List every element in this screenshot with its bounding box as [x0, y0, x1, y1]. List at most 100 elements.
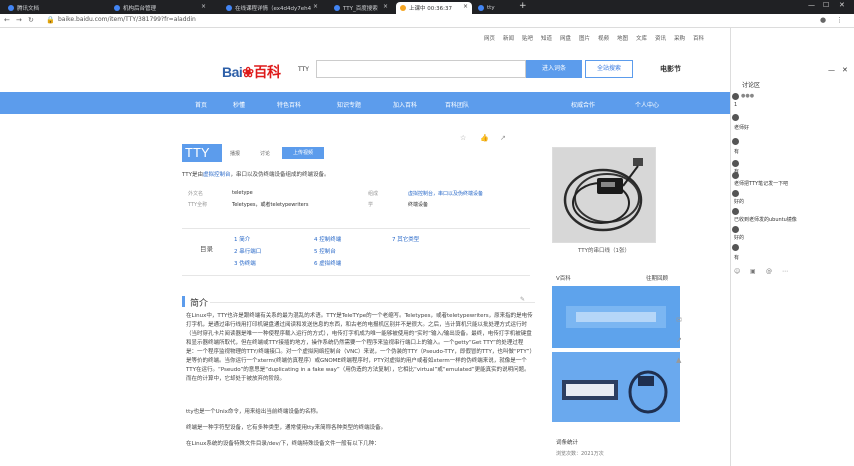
topnav-link[interactable]: 知道: [541, 34, 552, 42]
upload-video-button[interactable]: 上传视频: [282, 147, 324, 159]
browser-tab[interactable]: TTY_百度搜索 ×: [330, 2, 392, 14]
tab-favicon-icon: [114, 5, 120, 11]
avatar: [732, 190, 739, 197]
topnav-link[interactable]: 百科: [693, 34, 704, 42]
paw-icon: ❀: [242, 64, 254, 80]
main-nav: 首页 秒懂 特色百科 知识专题 加入百科 百科团队 权威合作 个人中心: [167, 92, 730, 114]
image-icon[interactable]: ▣: [750, 268, 756, 275]
reload-icon[interactable]: ↻: [28, 16, 34, 24]
nav-band-left: [0, 92, 167, 114]
search-input[interactable]: [316, 60, 526, 78]
info-label: 外文名: [188, 191, 204, 197]
lead-summary: TTY是由虚拟控制台，串口以及伪终端设备组成的终端设备。: [182, 172, 330, 178]
side-tab[interactable]: V百科: [556, 274, 571, 282]
minimize-icon[interactable]: —: [808, 1, 815, 9]
more-icon[interactable]: ⋯: [782, 268, 788, 275]
menu-icon[interactable]: ⋮: [836, 16, 843, 24]
info-value: 终端设备: [408, 202, 429, 208]
browser-tab[interactable]: 机构后台管理 ×: [110, 2, 210, 14]
side-tab[interactable]: 往期回顾: [646, 274, 668, 282]
nav-item[interactable]: 知识专题: [337, 100, 361, 109]
info-label: 学: [368, 202, 374, 208]
emoji-icon[interactable]: ☺: [734, 268, 740, 275]
topnav-link[interactable]: 新闻: [503, 34, 514, 42]
forward-icon[interactable]: →: [16, 16, 22, 24]
topnav-link[interactable]: 资讯: [655, 34, 666, 42]
toc-item[interactable]: 6 虚拟终端: [314, 259, 341, 267]
chat-close-icon[interactable]: ✕: [842, 66, 848, 74]
toc-label: 目录: [200, 245, 213, 253]
video-thumbnail[interactable]: [552, 286, 680, 348]
topnav-link[interactable]: 文库: [636, 34, 647, 42]
video-banner-graphic: [562, 370, 668, 414]
baidu-baike-logo[interactable]: Bai❀百科: [222, 62, 281, 82]
entry-photo[interactable]: [552, 147, 656, 243]
nav-item[interactable]: 百科团队: [445, 100, 469, 109]
edit-icon[interactable]: ✎: [520, 296, 525, 303]
topnav-link[interactable]: 贴吧: [522, 34, 533, 42]
browser-tab-active[interactable]: 上课中 00:36:37 ×: [396, 2, 472, 14]
url-field[interactable]: baike.baidu.com/item/TTY/381799?fr=aladd…: [58, 16, 196, 23]
product-name: TTY: [298, 66, 309, 73]
browser-tab[interactable]: 腾讯文档: [4, 2, 56, 14]
film-festival-banner[interactable]: 电影节: [660, 64, 681, 74]
nav-item[interactable]: 特色百科: [277, 100, 301, 109]
avatar: [732, 208, 739, 215]
toc-item[interactable]: 1 简介: [234, 235, 250, 243]
chat-input[interactable]: [731, 280, 853, 466]
tab-favicon-icon: [8, 5, 14, 11]
chat-minimize-icon[interactable]: —: [828, 66, 835, 74]
discuss-tag[interactable]: 讨论: [260, 150, 270, 157]
at-icon[interactable]: @: [766, 268, 772, 275]
top-icon[interactable]: ▲: [676, 356, 681, 364]
paragraph: tty也是一个Unix命令，用来给出当前终端设备的名称。: [186, 409, 322, 415]
topnav-link[interactable]: 网页: [484, 34, 495, 42]
nav-item[interactable]: 加入百科: [393, 100, 417, 109]
topnav-link[interactable]: 图片: [579, 34, 590, 42]
nav-item[interactable]: 秒懂: [233, 100, 245, 109]
video-thumbnail[interactable]: [552, 352, 680, 422]
close-icon[interactable]: ×: [313, 3, 318, 10]
profile-icon[interactable]: ●: [820, 16, 826, 24]
like-icon[interactable]: 👍: [480, 134, 489, 142]
maximize-icon[interactable]: ☐: [823, 1, 829, 9]
topnav-link[interactable]: 地图: [617, 34, 628, 42]
topnav-link[interactable]: 视频: [598, 34, 609, 42]
lead-link[interactable]: 虚拟控制台: [203, 172, 231, 178]
topnav-link[interactable]: 采购: [674, 34, 685, 42]
close-icon[interactable]: ×: [463, 3, 468, 10]
close-icon[interactable]: ×: [201, 3, 206, 10]
avatar: [732, 244, 739, 251]
toc-item[interactable]: 2 串行端口: [234, 247, 261, 255]
toc-item[interactable]: 7 其它类型: [392, 235, 419, 243]
share-icon[interactable]: ↗: [676, 336, 682, 344]
nav-item[interactable]: 权威合作: [571, 100, 595, 109]
toc-item[interactable]: 4 控制终端: [314, 235, 341, 243]
info-value: 虚拟控制台，串口以及伪终端设备: [408, 191, 484, 197]
cable-image: [553, 148, 655, 242]
lock-icon: 🔒: [46, 16, 55, 24]
collect-icon[interactable]: ☆: [460, 134, 466, 142]
enter-entry-button[interactable]: 进入词条: [526, 60, 582, 78]
avatar: [732, 172, 739, 179]
chat-message: 老师把TTY笔记发一下吧: [734, 181, 789, 187]
site-search-button[interactable]: 全站搜索: [585, 60, 633, 78]
feedback-icon[interactable]: ✉: [676, 316, 682, 324]
topnav-link[interactable]: 网盘: [560, 34, 571, 42]
top-nav: 网页 新闻 贴吧 知道 网盘 图片 视频 地图 文库 资讯 采购 百科: [0, 28, 730, 44]
browser-tab[interactable]: tty: [474, 2, 514, 14]
close-icon[interactable]: ✕: [839, 1, 845, 9]
toc-item[interactable]: 3 伪终端: [234, 259, 256, 267]
browser-tab[interactable]: 在线课程详情（ex4d4dy7eh4 ×: [222, 2, 322, 14]
broadcast-tag[interactable]: 播报: [230, 150, 240, 157]
tab-favicon-icon: [334, 5, 340, 11]
toc-item[interactable]: 5 控制台: [314, 247, 336, 255]
close-icon[interactable]: ×: [383, 3, 388, 10]
new-tab-button[interactable]: +: [519, 1, 527, 11]
back-icon[interactable]: ←: [4, 16, 10, 24]
section-divider: [210, 302, 535, 303]
nav-item[interactable]: 首页: [195, 100, 207, 109]
share-icon[interactable]: ↗: [500, 134, 506, 142]
nav-item[interactable]: 个人中心: [635, 100, 659, 109]
stats-views: 浏览次数：2021万次: [556, 451, 604, 457]
